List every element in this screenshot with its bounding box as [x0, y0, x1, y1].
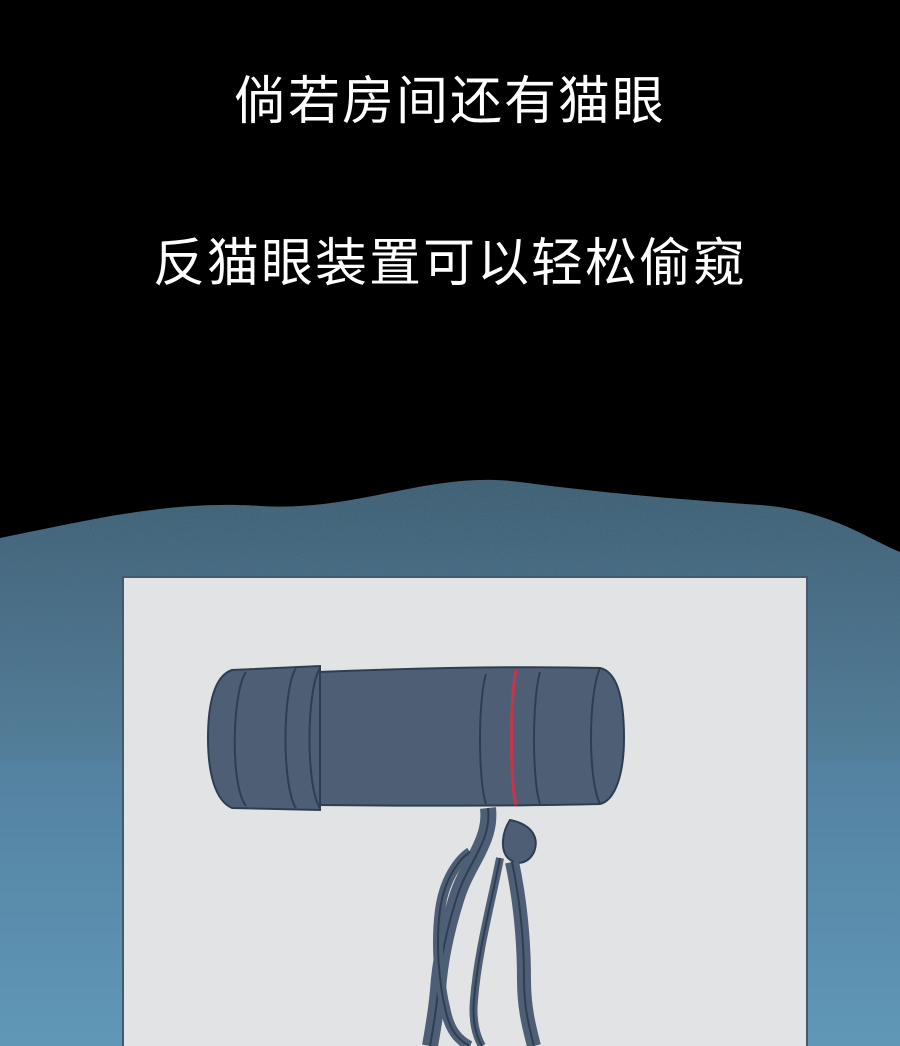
- image-frame: [122, 576, 808, 1046]
- illustration: [0, 479, 900, 1046]
- monocular-telescope-icon: [206, 664, 626, 812]
